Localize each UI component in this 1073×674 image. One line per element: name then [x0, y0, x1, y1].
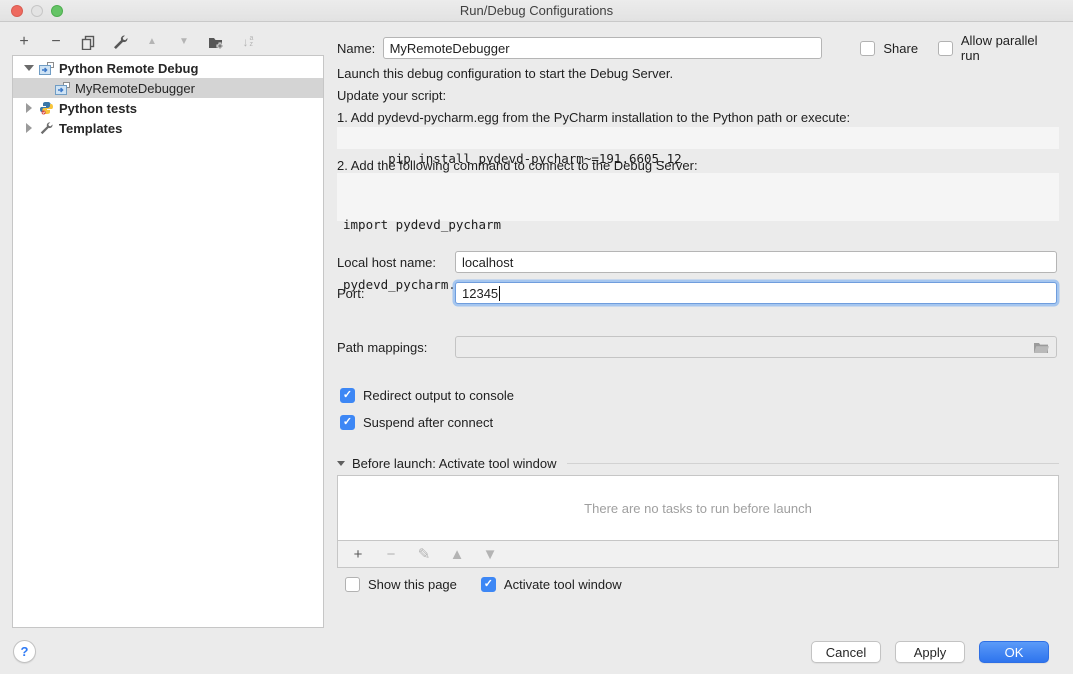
before-launch-header[interactable]: Before launch: Activate tool window — [337, 456, 1059, 471]
suspend-after-connect-checkbox[interactable] — [340, 415, 355, 430]
step1-text: 1. Add pydevd-pycharm.egg from the PyCha… — [337, 110, 850, 125]
create-folder-icon[interactable] — [206, 32, 226, 52]
move-task-up-icon: ▲ — [447, 544, 467, 564]
title-bar: Run/Debug Configurations — [0, 0, 1073, 22]
window-title: Run/Debug Configurations — [460, 3, 613, 18]
remove-configuration-button[interactable]: − — [46, 32, 66, 52]
configurations-tree: Python Remote Debug MyRemoteDebugger Pyt… — [12, 55, 324, 628]
pip-install-code: pip install pydevd-pycharm~=191.6605.12 — [337, 127, 1059, 149]
name-label: Name: — [337, 41, 383, 56]
section-divider — [567, 463, 1059, 464]
cancel-button[interactable]: Cancel — [811, 641, 881, 663]
dialog-buttons: Cancel Apply OK — [811, 641, 1049, 663]
before-launch-title: Before launch: Activate tool window — [352, 456, 557, 471]
move-down-icon: ▼ — [174, 32, 194, 52]
remove-task-button: − — [381, 544, 401, 564]
help-button[interactable]: ? — [13, 640, 36, 663]
expanded-arrow-icon[interactable] — [24, 65, 34, 71]
intro-text: Launch this debug configuration to start… — [337, 66, 673, 81]
suspend-after-connect-label: Suspend after connect — [363, 415, 493, 430]
window-controls — [11, 5, 63, 17]
tree-item-python-tests[interactable]: Python tests — [13, 98, 323, 118]
allow-parallel-run-checkbox[interactable] — [938, 41, 953, 56]
step2-text: 2. Add the following command to connect … — [337, 158, 698, 173]
local-host-input[interactable] — [455, 251, 1057, 273]
show-this-page-label: Show this page — [368, 577, 457, 592]
settrace-code: import pydevd_pycharm pydevd_pycharm.set… — [337, 173, 1059, 221]
update-script-text: Update your script: — [337, 88, 446, 103]
tree-item-python-remote-debug[interactable]: Python Remote Debug — [13, 58, 323, 78]
templates-wrench-icon — [39, 121, 55, 135]
configurations-toolbar: + − ▲ ▼ ↓ az — [14, 30, 314, 54]
name-input[interactable] — [383, 37, 822, 59]
move-task-down-icon: ▼ — [480, 544, 500, 564]
sort-configurations-icon: ↓ az — [238, 32, 258, 52]
ok-button[interactable]: OK — [979, 641, 1049, 663]
question-mark-icon: ? — [21, 644, 29, 659]
remote-debug-icon — [55, 81, 71, 95]
path-mappings-label: Path mappings: — [337, 340, 455, 355]
add-task-button[interactable]: + — [348, 544, 368, 564]
minimize-window-button — [31, 5, 43, 17]
section-collapse-arrow-icon[interactable] — [337, 461, 345, 466]
edit-task-pencil-icon: ✎ — [414, 544, 434, 564]
show-this-page-checkbox[interactable] — [345, 577, 360, 592]
text-caret — [499, 286, 500, 301]
task-list-toolbar: + − ✎ ▲ ▼ — [337, 541, 1059, 568]
collapsed-arrow-icon[interactable] — [26, 103, 32, 113]
activate-tool-window-label: Activate tool window — [504, 577, 622, 592]
collapsed-arrow-icon[interactable] — [26, 123, 32, 133]
edit-defaults-wrench-icon[interactable] — [110, 32, 130, 52]
port-label: Port: — [337, 286, 455, 301]
move-up-icon: ▲ — [142, 32, 162, 52]
tree-item-myremotedebugger[interactable]: MyRemoteDebugger — [13, 78, 323, 98]
tree-item-templates[interactable]: Templates — [13, 118, 323, 138]
port-input[interactable]: 12345 — [455, 282, 1057, 304]
close-window-button[interactable] — [11, 5, 23, 17]
zoom-window-button[interactable] — [51, 5, 63, 17]
python-tests-icon — [39, 101, 55, 115]
activate-tool-window-checkbox[interactable] — [481, 577, 496, 592]
path-mappings-input[interactable] — [455, 336, 1057, 358]
add-configuration-button[interactable]: + — [14, 32, 34, 52]
redirect-output-label: Redirect output to console — [363, 388, 514, 403]
copy-configuration-icon[interactable] — [78, 32, 98, 52]
run-debug-configurations-dialog: Run/Debug Configurations + − ▲ ▼ ↓ az Py… — [0, 0, 1073, 674]
redirect-output-checkbox[interactable] — [340, 388, 355, 403]
browse-folder-icon[interactable] — [1033, 341, 1050, 354]
share-checkbox[interactable] — [860, 41, 875, 56]
empty-tasks-text: There are no tasks to run before launch — [584, 501, 812, 516]
share-label: Share — [883, 41, 918, 56]
apply-button[interactable]: Apply — [895, 641, 965, 663]
configuration-form: Name: Share Allow parallel run Launch th… — [337, 30, 1059, 620]
allow-parallel-run-label: Allow parallel run — [961, 33, 1059, 63]
remote-debug-icon — [39, 61, 55, 75]
before-launch-task-list[interactable]: There are no tasks to run before launch — [337, 475, 1059, 541]
local-host-label: Local host name: — [337, 255, 455, 270]
